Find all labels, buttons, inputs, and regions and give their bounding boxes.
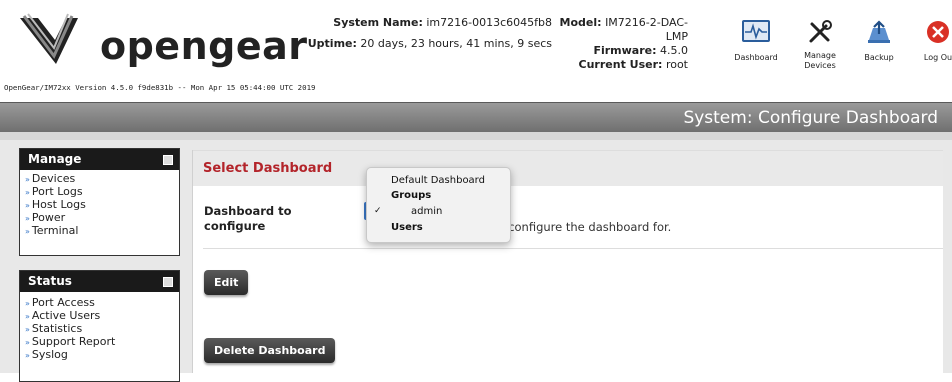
option-label: Default Dashboard	[391, 175, 485, 186]
status-menu: Status » Port Access » Active Users » Stati…	[19, 270, 180, 382]
collapse-icon[interactable]	[163, 155, 173, 165]
model-value: IM7216-2-DAC-LMP	[605, 16, 688, 43]
option-label: admin	[411, 206, 443, 217]
field-label-line1: Dashboard to	[204, 204, 292, 218]
arrow-icon: »	[25, 227, 30, 236]
sidebar-item-label: Support Report	[31, 335, 116, 348]
dashboard-icon	[742, 20, 770, 42]
sidebar-item-label: Active Users	[31, 309, 101, 322]
backup-label: Backup	[864, 53, 894, 62]
manage-devices-label-line1: Manage	[804, 51, 836, 60]
dashboard-button[interactable]: Dashboard	[726, 18, 786, 78]
arrow-icon: »	[25, 188, 30, 197]
model-label: Model:	[559, 16, 602, 29]
sidebar-item-label: Syslog	[31, 348, 68, 361]
sidebar-item-label: Port Access	[31, 296, 95, 309]
manage-menu-title: Manage	[28, 152, 82, 166]
uptime-label: Uptime:	[307, 37, 357, 50]
manage-devices-label: Manage Devices	[790, 51, 850, 71]
system-info-left: System Name: im7216-0013c6045fb8 Uptime:…	[290, 16, 552, 51]
current-user-label: Current User:	[578, 58, 663, 71]
sidebar-item-label: Port Logs	[31, 185, 83, 198]
system-info-right: Model: IM7216-2-DAC-LMP Firmware: 4.5.0 …	[556, 16, 688, 72]
manage-devices-label-line2: Devices	[804, 61, 836, 70]
title-bar: System: Configure Dashboard	[0, 102, 952, 133]
divider	[203, 248, 943, 249]
arrow-icon: »	[25, 299, 30, 308]
manage-menu: Manage » Devices » Port Logs » Host Logs » P…	[19, 148, 180, 256]
sub-bar	[0, 132, 952, 140]
sidebar-item-label: Statistics	[31, 322, 83, 335]
logout-label: Log Ou	[923, 53, 952, 62]
sidebar-item-label: Devices	[31, 172, 76, 185]
manage-devices-button[interactable]: Manage Devices	[790, 18, 850, 78]
tools-icon	[809, 20, 832, 43]
status-menu-header[interactable]: Status	[20, 271, 179, 292]
arrow-icon: »	[25, 312, 30, 321]
delete-dashboard-button[interactable]: Delete Dashboard	[204, 338, 336, 363]
system-name-value: im7216-0013c6045fb8	[426, 16, 552, 29]
logout-button[interactable]: Log Ou	[908, 18, 952, 78]
manage-menu-header[interactable]: Manage	[20, 149, 179, 170]
status-menu-title: Status	[28, 274, 72, 288]
dashboard-label: Dashboard	[734, 53, 778, 62]
collapse-icon[interactable]	[163, 277, 173, 287]
firmware-value: 4.5.0	[660, 44, 688, 57]
opengear-logo-icon	[20, 13, 78, 64]
sidebar-item-label: Terminal	[31, 224, 79, 237]
edit-button[interactable]: Edit	[204, 270, 249, 295]
arrow-icon: »	[25, 201, 30, 210]
arrow-icon: »	[25, 351, 30, 360]
sidebar-item-label: Host Logs	[31, 198, 86, 211]
system-name-label: System Name:	[333, 16, 423, 29]
page-title: System: Configure Dashboard	[683, 108, 938, 128]
checkmark-icon: ✓	[374, 206, 382, 216]
main-panel: Select Dashboard Dashboard to configure …	[192, 150, 943, 373]
backup-icon	[868, 20, 890, 43]
header: opengear OpenGear/IM72xx Version 4.5.0 f…	[0, 0, 952, 102]
arrow-icon: »	[25, 338, 30, 347]
optgroup-users: Users	[391, 222, 423, 233]
firmware-label: Firmware:	[593, 44, 657, 57]
version-line: OpenGear/IM72xx Version 4.5.0 f9de831b -…	[4, 83, 316, 92]
arrow-icon: »	[25, 325, 30, 334]
arrow-icon: »	[25, 175, 30, 184]
optgroup-groups: Groups	[391, 190, 432, 201]
sidebar-item-terminal[interactable]: » Terminal	[25, 225, 179, 238]
backup-button[interactable]: Backup	[849, 18, 909, 78]
section-header: Select Dashboard	[193, 150, 943, 186]
arrow-icon: »	[25, 214, 30, 223]
dashboard-dropdown-menu: Default Dashboard Groups ✓ admin Users	[366, 167, 511, 243]
sidebar-item-label: Power	[31, 211, 66, 224]
sidebar-item-syslog[interactable]: » Syslog	[25, 349, 179, 362]
section-title: Select Dashboard	[203, 161, 333, 176]
field-label-line2: configure	[204, 219, 266, 233]
opengear-logo[interactable]: opengear	[18, 12, 308, 70]
field-label: Dashboard to configure	[204, 204, 314, 234]
logo-text: opengear	[100, 24, 308, 68]
option-admin[interactable]: ✓ admin	[367, 204, 510, 219]
close-circle-icon	[927, 21, 949, 43]
option-default-dashboard[interactable]: Default Dashboard	[367, 173, 510, 188]
uptime-value: 20 days, 23 hours, 41 mins, 9 secs	[360, 37, 552, 50]
field-hint: to configure the dashboard for.	[493, 220, 672, 234]
current-user-value: root	[665, 58, 688, 71]
